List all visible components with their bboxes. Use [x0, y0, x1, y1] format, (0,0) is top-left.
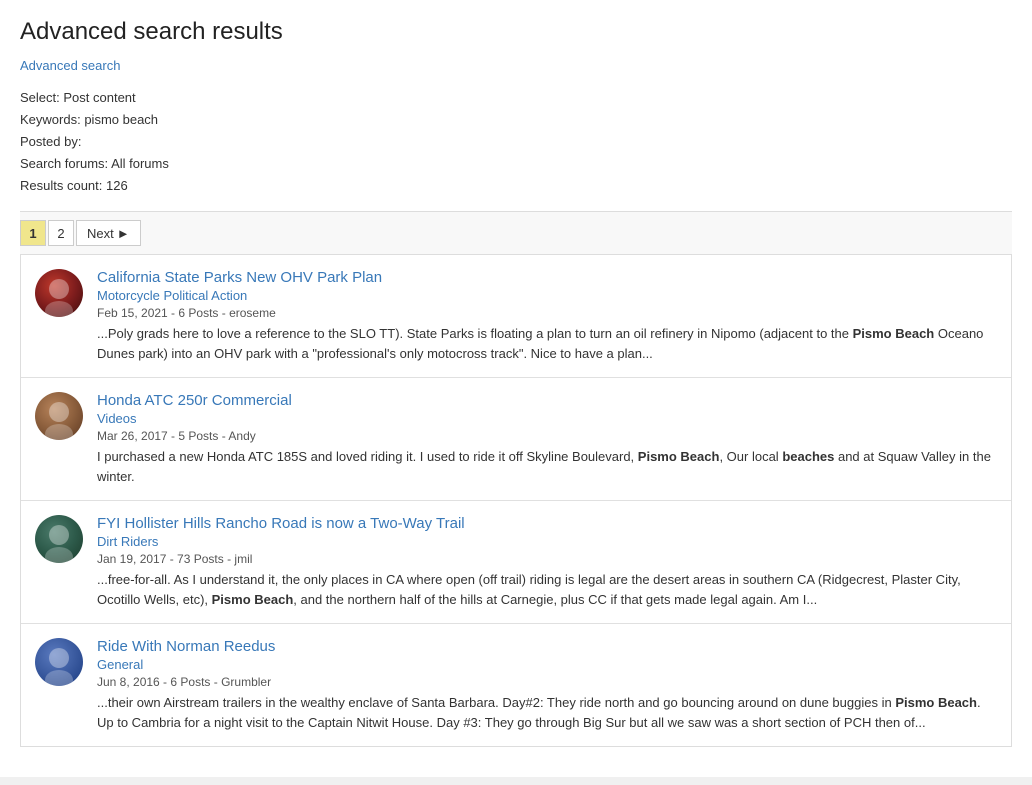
- pagination: 1 2 Next ►: [20, 211, 1012, 255]
- search-meta: Select: Post content Keywords: pismo bea…: [20, 87, 1012, 197]
- keywords-meta: Keywords: pismo beach: [20, 109, 1012, 131]
- result-item: FYI Hollister Hills Rancho Road is now a…: [21, 501, 1011, 624]
- result-category[interactable]: General: [97, 657, 997, 672]
- result-excerpt: ...Poly grads here to love a reference t…: [97, 324, 997, 363]
- result-content: Honda ATC 250r Commercial Videos Mar 26, 2…: [97, 392, 997, 486]
- results-value: 126: [106, 178, 128, 193]
- keywords-value: pismo beach: [84, 112, 158, 127]
- result-excerpt: ...free-for-all. As I understand it, the…: [97, 570, 997, 609]
- select-value: Post content: [63, 90, 135, 105]
- next-arrow-icon: ►: [117, 226, 130, 241]
- result-meta: Mar 26, 2017 - 5 Posts - Andy: [97, 429, 997, 443]
- page-wrapper: Advanced search results Advanced search …: [0, 0, 1032, 777]
- select-label: Select:: [20, 90, 60, 105]
- result-title[interactable]: Honda ATC 250r Commercial: [97, 392, 292, 409]
- results-meta: Results count: 126: [20, 175, 1012, 197]
- result-title[interactable]: California State Parks New OHV Park Plan: [97, 269, 382, 286]
- result-title[interactable]: FYI Hollister Hills Rancho Road is now a…: [97, 515, 465, 532]
- result-category[interactable]: Dirt Riders: [97, 534, 997, 549]
- result-item: California State Parks New OHV Park Plan…: [21, 255, 1011, 378]
- result-content: Ride With Norman Reedus General Jun 8, 201…: [97, 638, 997, 732]
- result-meta: Jan 19, 2017 - 73 Posts - jmil: [97, 552, 997, 566]
- avatar: [35, 515, 83, 563]
- result-category[interactable]: Videos: [97, 411, 997, 426]
- result-content: California State Parks New OHV Park Plan…: [97, 269, 997, 363]
- avatar: [35, 269, 83, 317]
- forums-meta: Search forums: All forums: [20, 153, 1012, 175]
- page-title: Advanced search results: [20, 18, 1012, 46]
- avatar: [35, 392, 83, 440]
- next-label: Next: [87, 226, 114, 241]
- result-excerpt: I purchased a new Honda ATC 185S and lov…: [97, 447, 997, 486]
- avatar: [35, 638, 83, 686]
- next-button[interactable]: Next ►: [76, 220, 141, 246]
- forums-value: All forums: [111, 156, 169, 171]
- result-meta: Jun 8, 2016 - 6 Posts - Grumbler: [97, 675, 997, 689]
- result-title[interactable]: Ride With Norman Reedus: [97, 638, 275, 655]
- results-label: Results count:: [20, 178, 102, 193]
- result-excerpt: ...their own Airstream trailers in the w…: [97, 693, 997, 732]
- forums-label: Search forums:: [20, 156, 108, 171]
- result-category[interactable]: Motorcycle Political Action: [97, 288, 997, 303]
- posted-by-meta: Posted by:: [20, 131, 1012, 153]
- result-content: FYI Hollister Hills Rancho Road is now a…: [97, 515, 997, 609]
- page-1-button[interactable]: 1: [20, 220, 46, 246]
- keywords-label: Keywords:: [20, 112, 81, 127]
- result-item: Honda ATC 250r Commercial Videos Mar 26, 2…: [21, 378, 1011, 501]
- page-2-button[interactable]: 2: [48, 220, 74, 246]
- posted-by-label: Posted by:: [20, 134, 81, 149]
- select-meta: Select: Post content: [20, 87, 1012, 109]
- result-item: Ride With Norman Reedus General Jun 8, 201…: [21, 624, 1011, 746]
- results-list: California State Parks New OHV Park Plan…: [20, 255, 1012, 747]
- result-meta: Feb 15, 2021 - 6 Posts - eroseme: [97, 306, 997, 320]
- advanced-search-link[interactable]: Advanced search: [20, 58, 120, 73]
